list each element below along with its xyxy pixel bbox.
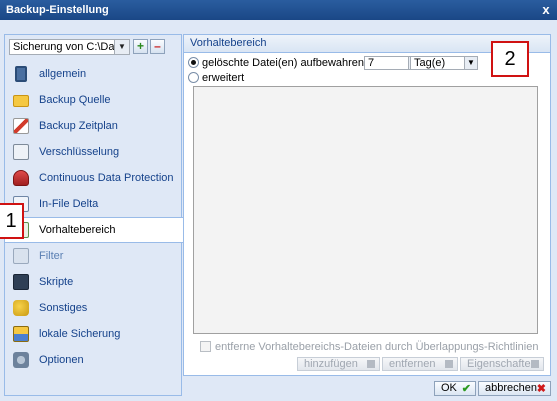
sidebar-item-label: Optionen xyxy=(39,354,84,366)
sidebar-item-backup-zeitplan[interactable]: Backup Zeitplan xyxy=(5,113,181,139)
properties-label: Eigenschaften xyxy=(467,358,537,370)
local-backup-icon xyxy=(13,326,29,342)
remove-source-button[interactable]: – xyxy=(150,39,165,54)
sidebar-item-label: Backup Quelle xyxy=(39,94,111,106)
sidebar-item-filter[interactable]: Filter xyxy=(5,243,181,269)
days-select-value: 7 xyxy=(368,57,375,69)
radio-keep-deleted[interactable] xyxy=(188,56,199,68)
cancel-button[interactable]: abbrechen ✖ xyxy=(478,381,551,396)
ok-button[interactable]: OK ✔ xyxy=(434,381,476,396)
sidebar-item-label: Sonstiges xyxy=(39,302,88,314)
sidebar-item-verschluesselung[interactable]: Verschlüsselung xyxy=(5,139,181,165)
sidebar-item-label: lokale Sicherung xyxy=(39,328,121,340)
options-icon xyxy=(13,352,29,368)
radio-keep-deleted-label: gelöschte Datei(en) aufbewahren für xyxy=(202,57,380,69)
settings-sidebar: Sicherung von C:\Daten ▼ + – allgemein B… xyxy=(4,34,190,396)
sidebar-item-label: In-File Delta xyxy=(39,198,99,210)
sidebar-item-label: Verschlüsselung xyxy=(39,146,120,158)
overlap-checkbox-row[interactable]: entferne Vorhaltebereichs-Dateien durch … xyxy=(200,340,538,354)
overlap-checkbox[interactable] xyxy=(200,340,211,352)
delete-icon xyxy=(445,360,453,368)
sidebar-item-label: Backup Zeitplan xyxy=(39,120,118,132)
script-icon xyxy=(13,274,29,290)
dialog-body: Sicherung von C:\Daten ▼ + – allgemein B… xyxy=(0,20,557,401)
phone-icon xyxy=(15,66,27,82)
filter-icon xyxy=(13,248,29,264)
title-bar: Backup-Einstellung x xyxy=(0,0,557,20)
sidebar-item-label: Skripte xyxy=(39,276,74,288)
chevron-down-icon: ▼ xyxy=(114,40,129,54)
remove-rule-button[interactable]: entfernen xyxy=(382,357,458,371)
retention-rules-list[interactable] xyxy=(193,86,538,334)
annotation-marker-2: 2 xyxy=(491,41,529,77)
sidebar-item-vorhaltebereich[interactable]: Vorhaltebereich xyxy=(5,217,190,243)
cancel-icon: ✖ xyxy=(536,383,546,395)
unit-select[interactable]: Tag(e) ▼ xyxy=(410,56,478,70)
check-icon: ✔ xyxy=(461,383,471,395)
sidebar-item-backup-quelle[interactable]: Backup Quelle xyxy=(5,87,181,113)
sidebar-item-in-file-delta[interactable]: In-File Delta xyxy=(5,191,181,217)
sidebar-item-skripte[interactable]: Skripte xyxy=(5,269,181,295)
sidebar-item-sonstiges[interactable]: Sonstiges xyxy=(5,295,181,321)
sidebar-item-label: Continuous Data Protection xyxy=(39,172,174,184)
unit-select-value: Tag(e) xyxy=(414,57,446,69)
radio-advanced-row[interactable]: erweitert xyxy=(188,70,244,86)
overlap-checkbox-label: entferne Vorhaltebereichs-Dateien durch … xyxy=(215,341,539,353)
source-select[interactable]: Sicherung von C:\Daten ▼ xyxy=(9,39,130,55)
schedule-icon xyxy=(13,118,29,134)
sidebar-item-lokale-sicherung[interactable]: lokale Sicherung xyxy=(5,321,181,347)
misc-icon xyxy=(13,300,29,316)
sidebar-item-optionen[interactable]: Optionen xyxy=(5,347,181,373)
cancel-label: abbrechen xyxy=(485,382,537,394)
retention-panel: Vorhaltebereich gelöschte Datei(en) aufb… xyxy=(183,34,551,376)
sidebar-item-label: Filter xyxy=(39,250,64,262)
annotation-marker-1: 1 xyxy=(0,203,24,239)
folder-icon xyxy=(13,95,29,107)
chevron-down-icon: ▼ xyxy=(464,57,477,69)
sidebar-item-allgemein[interactable]: allgemein xyxy=(5,61,181,87)
sidebar-item-label: allgemein xyxy=(39,68,87,80)
add-rule-button[interactable]: hinzufügen xyxy=(297,357,380,371)
source-select-value: Sicherung von C:\Daten xyxy=(13,41,130,53)
remove-rule-label: entfernen xyxy=(389,358,436,370)
lock-document-icon xyxy=(13,144,29,160)
sidebar-item-cdp[interactable]: Continuous Data Protection xyxy=(5,165,181,191)
radio-advanced[interactable] xyxy=(188,71,199,83)
add-icon xyxy=(367,360,375,368)
add-rule-label: hinzufügen xyxy=(304,358,358,370)
shield-icon xyxy=(13,170,29,186)
window-title: Backup-Einstellung xyxy=(6,4,109,16)
radio-advanced-label: erweitert xyxy=(202,72,245,84)
radio-keep-deleted-row[interactable]: gelöschte Datei(en) aufbewahren für xyxy=(188,55,380,71)
settings-nav: allgemein Backup Quelle Backup Zeitplan … xyxy=(5,61,190,373)
ok-label: OK xyxy=(441,382,457,394)
properties-icon xyxy=(531,360,539,368)
close-button[interactable]: x xyxy=(539,0,553,20)
add-source-button[interactable]: + xyxy=(133,39,148,54)
properties-button[interactable]: Eigenschaften xyxy=(460,357,544,371)
sidebar-item-label: Vorhaltebereich xyxy=(39,224,116,236)
